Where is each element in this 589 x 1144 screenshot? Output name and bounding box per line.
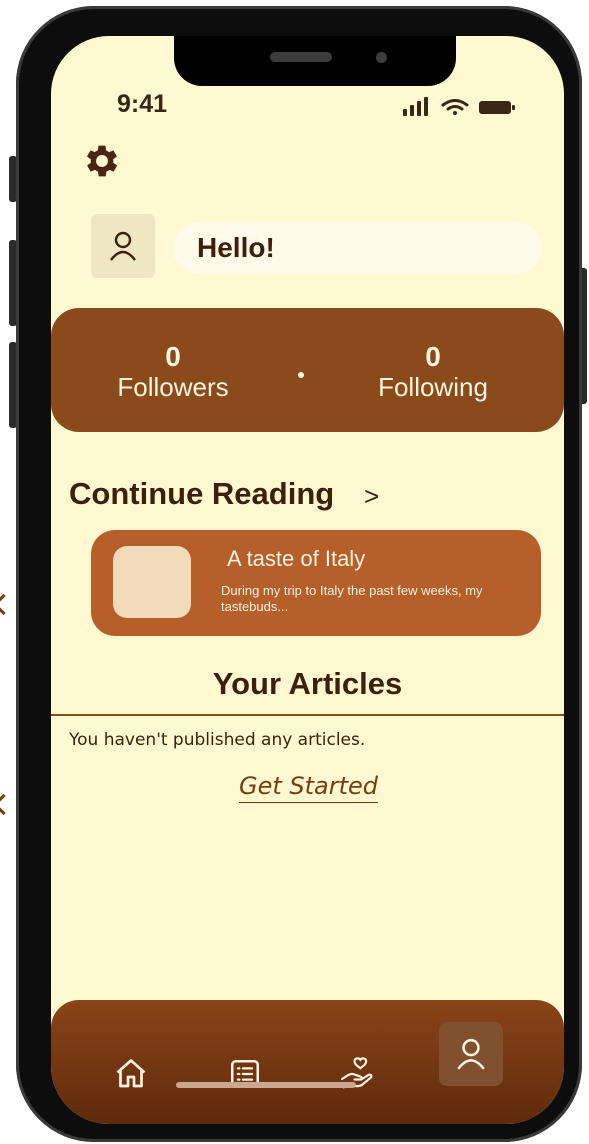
nav-favorites[interactable] [335,1052,379,1096]
followers-count: 0 [165,341,181,372]
home-indicator [176,1082,356,1088]
divider [51,714,564,716]
user-icon [110,231,136,261]
empty-articles-message: You haven't published any articles. [69,730,366,750]
article-card[interactable]: A taste of Italy During my trip to Italy… [91,530,541,636]
greeting-banner: Hello! [173,222,541,274]
stats-panel: 0 Followers 0 Following [51,308,564,432]
get-started-link[interactable]: Get Started [239,772,379,803]
settings-gear-icon[interactable] [81,140,123,182]
screen: 9:41 Hello! 0 Followers 0 Following Cont… [51,36,564,1124]
bottom-nav [51,1000,564,1124]
greeting-text: Hello! [197,232,275,263]
battery-icon [479,101,515,114]
speaker [270,52,332,62]
status-time: 9:41 [117,90,168,118]
following-count: 0 [425,341,441,372]
following-stat[interactable]: 0 Following [333,308,533,403]
nav-profile[interactable] [439,1022,503,1086]
article-thumbnail [113,546,191,618]
home-icon [116,1059,146,1088]
article-title: A taste of Italy [227,546,366,571]
wifi-icon [441,99,469,115]
phone-frame: 9:41 Hello! 0 Followers 0 Following Cont… [16,6,582,1142]
followers-stat[interactable]: 0 Followers [73,308,273,403]
status-icons [403,97,515,116]
signal-icon [403,97,428,116]
arrow-icon [0,593,15,616]
separator-dot [298,372,304,378]
chevron-right-icon[interactable]: > [364,481,379,512]
your-articles-heading: Your Articles [212,666,403,701]
followers-label: Followers [117,372,229,402]
avatar[interactable] [91,214,155,278]
following-label: Following [378,372,488,402]
heart-hand-icon [340,1057,373,1089]
notch [174,36,456,86]
nav-articles[interactable] [223,1052,267,1096]
camera [376,52,387,63]
arrow-icon [0,793,15,816]
continue-reading-heading[interactable]: Continue Reading [69,476,334,512]
article-excerpt: During my trip to Italy the past few wee… [221,583,483,614]
nav-home[interactable] [109,1052,153,1096]
user-icon [457,1038,485,1070]
